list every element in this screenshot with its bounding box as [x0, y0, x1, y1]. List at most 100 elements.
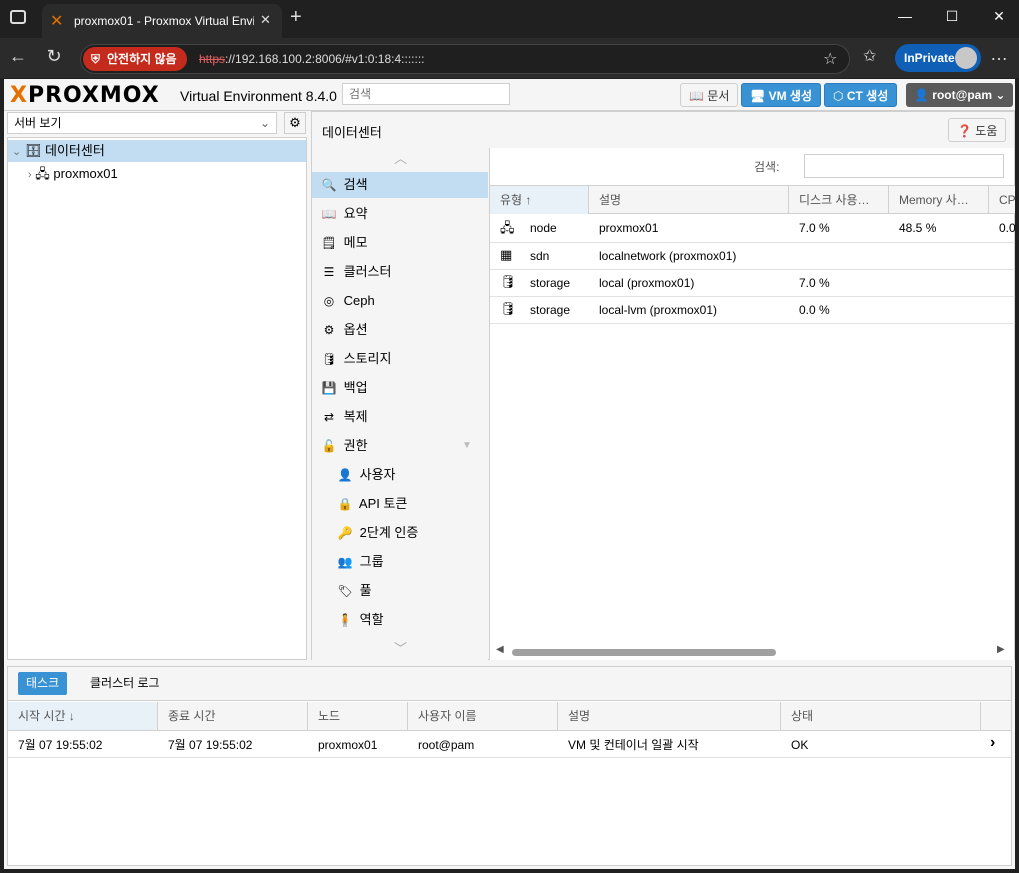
menu-item-groups[interactable]: 👥 그룹	[312, 549, 488, 575]
app-header: XPROXMOX Virtual Environment 8.4.0 📖 문서 …	[4, 79, 1015, 111]
column-header-disk-usage[interactable]: 디스크 사용…	[789, 186, 889, 214]
tab-tasks[interactable]: 태스크	[18, 672, 68, 695]
expand-toggle-icon[interactable]: ›	[28, 169, 32, 181]
table-row[interactable]: ▦ sdn localnetwork (proxmox01)	[490, 243, 1015, 270]
tree-item-proxmox01[interactable]: › 🖧 proxmox01	[28, 163, 118, 185]
new-tab-icon[interactable]: +	[290, 6, 302, 29]
menu-item-pools[interactable]: 🏷 풀	[312, 578, 488, 604]
help-icon: ❓	[957, 124, 972, 138]
ceph-icon: ◎	[323, 294, 335, 308]
menu-item-options[interactable]: ⚙ 옵션	[312, 317, 488, 343]
menu-item-backup[interactable]: 💾 백업	[312, 375, 488, 401]
menu-item-search[interactable]: 🔍 검색	[312, 172, 488, 198]
column-header-node[interactable]: 노드	[308, 702, 408, 730]
shield-warning-icon: ⛨	[91, 52, 101, 66]
chevron-down-icon: ⌄	[259, 116, 270, 130]
table-row[interactable]: 7월 07 19:55:02 7월 07 19:55:02 proxmox01 …	[8, 732, 1011, 758]
back-icon[interactable]: ←	[6, 46, 30, 67]
tab-actions-icon[interactable]	[10, 10, 26, 24]
menu-item-roles[interactable]: 🧍 역할	[312, 607, 488, 633]
cell-cpu	[989, 243, 1015, 269]
scrollbar-thumb[interactable]	[512, 649, 776, 656]
inprivate-badge[interactable]: InPrivate	[895, 44, 981, 72]
url-scheme: https	[199, 52, 226, 66]
create-ct-button[interactable]: ⬡ CT 생성	[824, 83, 898, 107]
tree-settings-button[interactable]: ⚙	[284, 112, 306, 134]
horizontal-scrollbar[interactable]: ◀ ▶	[490, 644, 1015, 658]
minimize-icon[interactable]: —	[890, 8, 920, 24]
column-header-description[interactable]: 설명	[589, 186, 789, 214]
column-header-cpu[interactable]: CP	[989, 186, 1015, 214]
cell-disk: 7.0 %	[799, 221, 830, 235]
menu-item-ceph[interactable]: ◎ Ceph	[312, 288, 488, 314]
tree-item-datacenter[interactable]: ⌄ 🗄 데이터센터	[8, 140, 306, 162]
help-label: 도움	[975, 124, 998, 138]
menu-item-api-tokens[interactable]: 🔒 API 토큰	[312, 491, 488, 517]
book-icon: 📖	[689, 89, 704, 103]
log-grid-header: 시작 시간 ↓ 종료 시간 노드 사용자 이름 설명 상태	[8, 702, 1011, 731]
cell-memory: 48.5 %	[899, 221, 937, 235]
security-warning-badge[interactable]: ⛨ 안전하지 않음	[83, 47, 187, 71]
server-icon: ☰	[323, 265, 335, 279]
refresh-icon[interactable]: ↻	[42, 46, 66, 67]
favorite-star-icon[interactable]: ☆	[823, 49, 837, 69]
table-row[interactable]: 🛢 storage local-lvm (proxmox01) 0.0 %	[490, 297, 1015, 324]
collapse-caret-icon[interactable]: ▼	[462, 433, 472, 459]
grid-search-input[interactable]	[804, 154, 1004, 178]
cell-cpu	[989, 297, 1015, 323]
docs-label: 문서	[707, 89, 730, 103]
menu-item-label: 옵션	[343, 322, 368, 337]
create-ct-label: CT 생성	[846, 89, 889, 103]
menu-item-label: 풀	[359, 583, 372, 598]
column-header-description[interactable]: 설명	[558, 702, 781, 730]
table-row[interactable]: 🖧 node proxmox01 7.0 % 48.5 % 0.0	[490, 215, 1015, 242]
menu-item-replication[interactable]: ⇄ 복제	[312, 404, 488, 430]
menu-item-cluster[interactable]: ☰ 클러스터	[312, 259, 488, 285]
tab-cluster-log[interactable]: 클러스터 로그	[84, 672, 166, 695]
cell-description: VM 및 컨테이너 일괄 시작	[568, 738, 699, 752]
column-header-memory[interactable]: Memory 사…	[889, 186, 989, 214]
menu-item-users[interactable]: 👤 사용자	[312, 462, 488, 488]
cell-disk: 0.0 %	[799, 303, 830, 317]
close-window-icon[interactable]: ✕	[984, 8, 1014, 25]
menu-item-summary[interactable]: 📖 요약	[312, 201, 488, 227]
menu-item-permissions[interactable]: 🔓 권한 ▼	[312, 433, 488, 459]
tree-item-label: proxmox01	[53, 166, 118, 181]
column-header-user[interactable]: 사용자 이름	[408, 702, 558, 730]
menu-item-storage[interactable]: 🛢 스토리지	[312, 346, 488, 372]
scroll-left-icon[interactable]: ◀	[496, 644, 504, 655]
favorites-icon[interactable]: ✩	[863, 46, 876, 66]
scroll-right-icon[interactable]: ▶	[997, 644, 1005, 655]
menu-item-notes[interactable]: 🗒 메모	[312, 230, 488, 256]
view-selector[interactable]: 서버 보기 ⌄	[7, 112, 277, 134]
cell-description: local-lvm (proxmox01)	[599, 303, 718, 317]
column-header-type[interactable]: 유형 ↑	[490, 186, 589, 214]
column-header-start-time[interactable]: 시작 시간 ↓	[8, 702, 158, 730]
table-row[interactable]: 🛢 storage local (proxmox01) 7.0 %	[490, 270, 1015, 297]
cell-type: node	[530, 221, 557, 235]
scroll-down-icon[interactable]: ﹀	[394, 638, 407, 657]
menu-item-two-factor[interactable]: 🔑 2단계 인증	[312, 520, 488, 546]
more-menu-icon[interactable]: …	[990, 44, 1008, 65]
cell-start-time: 7월 07 19:55:02	[18, 738, 103, 752]
global-search-input[interactable]	[342, 83, 510, 105]
node-online-icon: 🖧	[500, 220, 515, 235]
browser-tab[interactable]: ✕ proxmox01 - Proxmox Virtual Environmen…	[42, 4, 282, 38]
tab-close-icon[interactable]: ✕	[260, 12, 271, 28]
address-bar[interactable]: ⛨ 안전하지 않음 https://192.168.100.2:8006/#v1…	[80, 44, 850, 74]
user-menu-button[interactable]: 👤 root@pam ⌄	[906, 83, 1014, 107]
chevron-right-icon[interactable]: ›	[990, 734, 995, 752]
create-vm-button[interactable]: 🖥 VM 생성	[741, 83, 821, 107]
menu-item-label: 검색	[343, 177, 368, 192]
column-header-end-time[interactable]: 종료 시간	[158, 702, 308, 730]
monitor-icon: 🖥	[750, 89, 766, 103]
expand-toggle-icon[interactable]: ⌄	[12, 146, 21, 158]
cell-memory	[889, 270, 989, 296]
scroll-up-icon[interactable]: ︿	[394, 148, 407, 167]
maximize-icon[interactable]: ☐	[937, 8, 967, 25]
cell-type: sdn	[530, 249, 550, 263]
help-button[interactable]: ❓ 도움	[948, 118, 1007, 142]
floppy-icon: 💾	[321, 381, 337, 395]
column-header-status[interactable]: 상태	[781, 702, 981, 730]
docs-button[interactable]: 📖 문서	[680, 83, 739, 107]
